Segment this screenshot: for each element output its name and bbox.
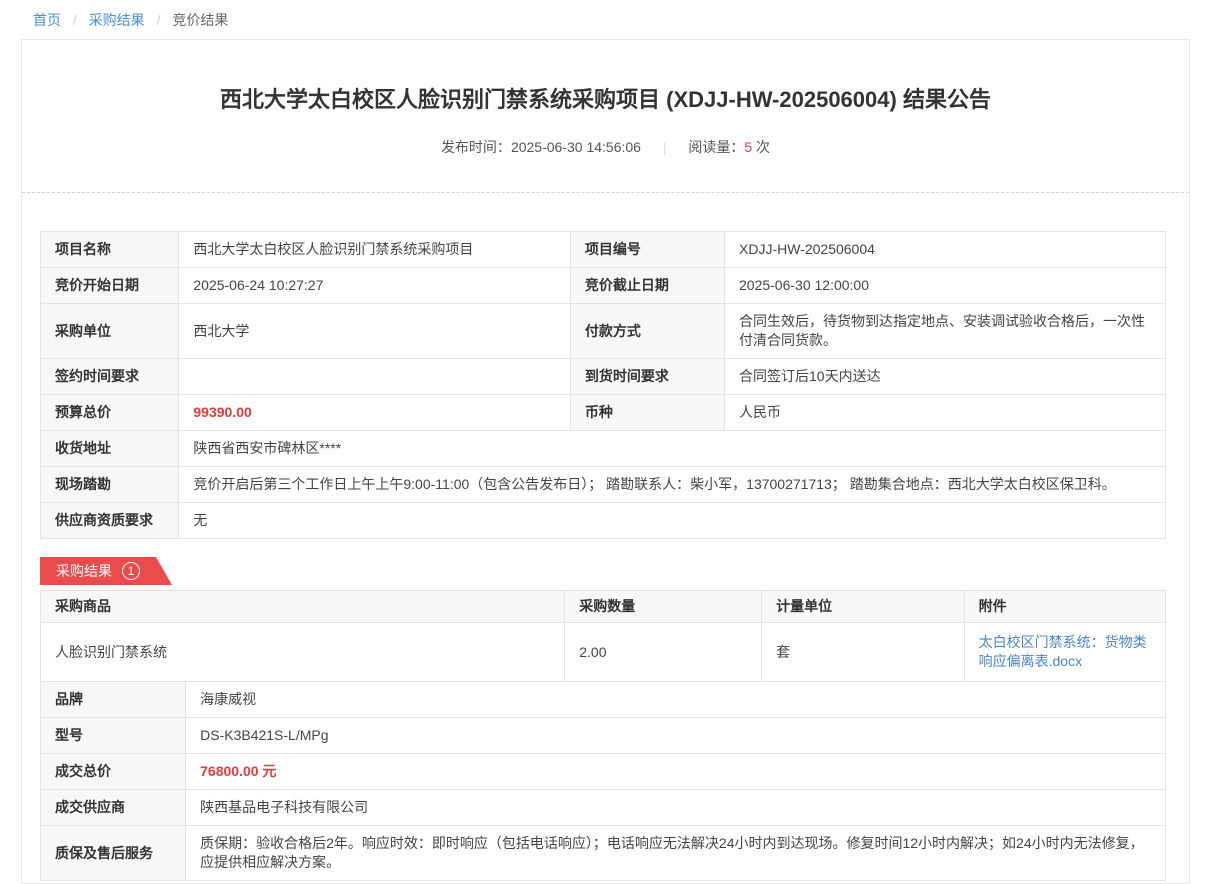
detail-label: 到货时间要求 xyxy=(570,359,724,395)
announcement-meta: 发布时间：2025-06-30 14:56:06 | 阅读量：5 次 xyxy=(22,137,1189,157)
detail-label: 币种 xyxy=(570,395,724,431)
column-header: 计量单位 xyxy=(762,591,965,623)
detail-label: 签约时间要求 xyxy=(41,359,179,395)
detail-value: 陕西省西安市碑林区**** xyxy=(179,431,1166,467)
table-row: 项目名称 西北大学太白校区人脸识别门禁系统采购项目 项目编号 XDJJ-HW-2… xyxy=(41,232,1166,268)
detail-value: 西北大学太白校区人脸识别门禁系统采购项目 xyxy=(179,232,571,268)
warranty-value: 质保期：验收合格后2年。响应时效：即时响应（包括电话响应）；电话响应无法解决24… xyxy=(186,826,1166,881)
views-label: 阅读量： xyxy=(688,139,744,155)
detail-value: XDJJ-HW-202506004 xyxy=(725,232,1166,268)
breadcrumb-separator: / xyxy=(157,12,161,28)
breadcrumb-current: 竞价结果 xyxy=(172,12,228,28)
detail-label: 项目名称 xyxy=(41,232,179,268)
product-unit: 套 xyxy=(762,623,965,682)
column-header: 附件 xyxy=(964,591,1165,623)
project-details-section: 项目名称 西北大学太白校区人脸识别门禁系统采购项目 项目编号 XDJJ-HW-2… xyxy=(22,193,1189,539)
detail-value: 无 xyxy=(179,503,1166,539)
brand-value: 海康威视 xyxy=(186,682,1166,718)
badge-number-icon: 1 xyxy=(122,562,140,580)
detail-value: 人民币 xyxy=(725,395,1166,431)
breadcrumb-separator: / xyxy=(73,12,77,28)
product-quantity: 2.00 xyxy=(565,623,762,682)
meta-divider: | xyxy=(663,139,667,155)
detail-label: 竞价截止日期 xyxy=(570,268,724,304)
detail-label: 竞价开始日期 xyxy=(41,268,179,304)
table-row: 质保及售后服务 质保期：验收合格后2年。响应时效：即时响应（包括电话响应）；电话… xyxy=(41,826,1166,881)
views-count: 5 xyxy=(744,139,752,155)
publish-time-label: 发布时间： xyxy=(441,139,511,155)
detail-value: 西北大学 xyxy=(179,304,571,359)
detail-label: 项目编号 xyxy=(570,232,724,268)
attachment-link[interactable]: 太白校区门禁系统：货物类响应偏离表.docx xyxy=(979,634,1147,669)
supplier-value: 陕西基品电子科技有限公司 xyxy=(186,790,1166,826)
table-row: 采购单位 西北大学 付款方式 合同生效后，待货物到达指定地点、安装调试验收合格后… xyxy=(41,304,1166,359)
award-details-table: 品牌 海康威视 型号 DS-K3B421S-L/MPg 成交总价 76800.0… xyxy=(40,681,1166,881)
table-row: 供应商资质要求 无 xyxy=(41,503,1166,539)
announcement-card: 西北大学太白校区人脸识别门禁系统采购项目 (XDJJ-HW-202506004)… xyxy=(21,39,1190,884)
publish-time-value: 2025-06-30 14:56:06 xyxy=(511,139,641,155)
table-row: 预算总价 99390.00 币种 人民币 xyxy=(41,395,1166,431)
breadcrumb: 首页 / 采购结果 / 竞价结果 xyxy=(0,0,1211,39)
budget-total-price: 99390.00 xyxy=(179,395,571,431)
table-row: 成交总价 76800.00 元 xyxy=(41,754,1166,790)
table-row: 人脸识别门禁系统 2.00 套 太白校区门禁系统：货物类响应偏离表.docx xyxy=(41,623,1166,682)
detail-label: 成交供应商 xyxy=(41,790,186,826)
table-row: 品牌 海康威视 xyxy=(41,682,1166,718)
procurement-result-table: 采购商品 采购数量 计量单位 附件 人脸识别门禁系统 2.00 套 太白校区门禁… xyxy=(40,590,1166,682)
table-row: 成交供应商 陕西基品电子科技有限公司 xyxy=(41,790,1166,826)
detail-value xyxy=(179,359,571,395)
model-value: DS-K3B421S-L/MPg xyxy=(186,718,1166,754)
product-name: 人脸识别门禁系统 xyxy=(41,623,565,682)
project-details-table: 项目名称 西北大学太白校区人脸识别门禁系统采购项目 项目编号 XDJJ-HW-2… xyxy=(40,231,1166,539)
detail-label: 型号 xyxy=(41,718,186,754)
badge-label: 采购结果 xyxy=(56,561,112,581)
breadcrumb-home-link[interactable]: 首页 xyxy=(33,12,61,28)
procurement-result-section: 采购商品 采购数量 计量单位 附件 人脸识别门禁系统 2.00 套 太白校区门禁… xyxy=(22,585,1189,881)
table-row: 现场踏勘 竞价开启后第三个工作日上午上午9:00-11:00（包含公告发布日）；… xyxy=(41,467,1166,503)
detail-label: 采购单位 xyxy=(41,304,179,359)
detail-label: 品牌 xyxy=(41,682,186,718)
detail-label: 预算总价 xyxy=(41,395,179,431)
breadcrumb-procurement-results-link[interactable]: 采购结果 xyxy=(89,12,145,28)
column-header: 采购数量 xyxy=(565,591,762,623)
detail-value: 合同生效后，待货物到达指定地点、安装调试验收合格后，一次性付清合同货款。 xyxy=(725,304,1166,359)
views-unit: 次 xyxy=(756,139,770,155)
page-title: 西北大学太白校区人脸识别门禁系统采购项目 (XDJJ-HW-202506004)… xyxy=(102,85,1109,115)
detail-label: 付款方式 xyxy=(570,304,724,359)
table-row: 型号 DS-K3B421S-L/MPg xyxy=(41,718,1166,754)
table-header-row: 采购商品 采购数量 计量单位 附件 xyxy=(41,591,1166,623)
award-total-price: 76800.00 元 xyxy=(186,754,1166,790)
detail-value: 合同签订后10天内送达 xyxy=(725,359,1166,395)
detail-label: 质保及售后服务 xyxy=(41,826,186,881)
detail-label: 供应商资质要求 xyxy=(41,503,179,539)
column-header: 采购商品 xyxy=(41,591,565,623)
table-row: 签约时间要求 到货时间要求 合同签订后10天内送达 xyxy=(41,359,1166,395)
table-row: 收货地址 陕西省西安市碑林区**** xyxy=(41,431,1166,467)
procurement-result-badge: 采购结果 1 xyxy=(40,557,172,585)
detail-label: 现场踏勘 xyxy=(41,467,179,503)
detail-label: 收货地址 xyxy=(41,431,179,467)
table-row: 竞价开始日期 2025-06-24 10:27:27 竞价截止日期 2025-0… xyxy=(41,268,1166,304)
detail-value: 2025-06-24 10:27:27 xyxy=(179,268,571,304)
detail-label: 成交总价 xyxy=(41,754,186,790)
detail-value: 2025-06-30 12:00:00 xyxy=(725,268,1166,304)
detail-value: 竞价开启后第三个工作日上午上午9:00-11:00（包含公告发布日）； 踏勘联系… xyxy=(179,467,1166,503)
